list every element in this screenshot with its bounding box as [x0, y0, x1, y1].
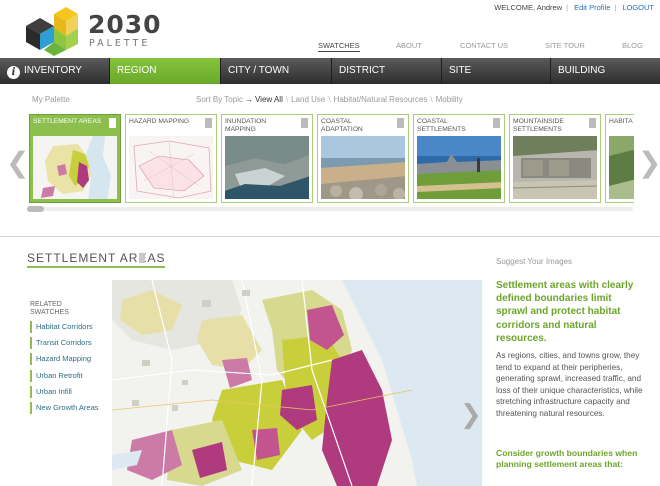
related-urban-retrofit[interactable]: Urban Retrofit	[30, 369, 99, 382]
topic-filter-bar: Sort By Topic → View All \ Land Use \ Habitat/…	[196, 95, 463, 104]
welcome-text: WELCOME, Andrew	[494, 3, 563, 12]
swatch-label: COASTAL SETTLEMENTS	[417, 118, 466, 133]
swatch-consider-text: Consider growth boundaries when planning…	[496, 448, 638, 470]
carousel-prev-icon[interactable]: ❮	[6, 146, 29, 179]
related-habitat-corridors[interactable]: Habitat Corridors	[30, 321, 99, 333]
carousel-scrollbar[interactable]	[27, 207, 633, 211]
info-icon: i	[7, 66, 20, 79]
swatch-inundation-mapping[interactable]: INUNDATION MAPPING	[221, 114, 313, 203]
swatch-label: MOUNTAINSIDE SETTLEMENTS	[513, 118, 564, 133]
nav-building[interactable]: BUILDING	[551, 58, 660, 84]
swatch-label: INUNDATION MAPPING	[225, 118, 267, 133]
related-new-growth-areas[interactable]: New Growth Areas	[30, 401, 99, 414]
user-bar: WELCOME, Andrew | Edit Profile | LOGOUT	[488, 3, 654, 12]
carousel-scroll-thumb[interactable]	[27, 206, 44, 212]
nav-district[interactable]: DISTRICT	[332, 58, 442, 84]
swatch-settlement-areas[interactable]: SETTLEMENT AREAS	[29, 114, 121, 203]
brand-name: PALETTE	[89, 38, 151, 49]
swatch-lead-text: Settlement areas with clearly defined bo…	[496, 280, 634, 344]
related-swatches-list: Habitat Corridors Transit Corridors Haza…	[30, 321, 99, 418]
swatch-body-text: As regions, cities, and towns grow, they…	[496, 351, 643, 418]
filter-view-all[interactable]: View All	[255, 95, 283, 104]
carousel-next-icon[interactable]: ❯	[638, 146, 660, 179]
swatch-thumbnail	[513, 136, 597, 199]
palette-logo-icon[interactable]	[24, 6, 82, 56]
bookmark-icon[interactable]	[589, 118, 596, 128]
swatch-label: HAZARD MAPPING	[129, 118, 190, 125]
topnav-contact-us[interactable]: CONTACT US	[460, 41, 508, 50]
filter-habitat[interactable]: Habitat/Natural Resources	[334, 95, 428, 104]
nav-label: REGION	[117, 65, 157, 76]
nav-region[interactable]: REGION	[110, 58, 221, 84]
divider: \	[328, 95, 331, 104]
topnav-swatches[interactable]: SWATCHES	[318, 41, 360, 52]
divider: |	[566, 3, 569, 12]
divider: \	[285, 95, 289, 104]
swatch-coastal-adaptation[interactable]: COASTAL ADAPTATION	[317, 114, 409, 203]
filter-land-use[interactable]: Land Use	[291, 95, 325, 104]
bookmark-icon[interactable]	[397, 118, 404, 128]
my-palette-link[interactable]: My Palette	[32, 95, 70, 104]
related-hazard-mapping[interactable]: Hazard Mapping	[30, 353, 99, 366]
swatch-mountainside-settlements[interactable]: MOUNTAINSIDE SETTLEMENTS	[509, 114, 601, 203]
nav-site[interactable]: SITE	[442, 58, 551, 84]
bookmark-icon[interactable]	[109, 118, 116, 128]
sort-by-label: Sort By Topic	[196, 95, 243, 104]
related-urban-infill[interactable]: Urban Infill	[30, 385, 99, 398]
swatch-thumbnail	[33, 136, 117, 199]
swatch-thumbnail	[417, 136, 501, 199]
nav-label: INVENTORY	[24, 65, 82, 76]
brand-year: 2030	[88, 10, 162, 39]
logout-link[interactable]: LOGOUT	[622, 3, 654, 12]
bookmark-icon[interactable]	[301, 118, 308, 128]
divider: |	[614, 3, 617, 12]
nav-inventory[interactable]: i INVENTORY	[0, 58, 110, 84]
swatch-label: HABITA	[609, 118, 633, 125]
nav-label: SITE	[449, 65, 472, 76]
edit-profile-link[interactable]: Edit Profile	[574, 3, 610, 12]
nav-city-town[interactable]: CITY / TOWN	[221, 58, 332, 84]
nav-label: BUILDING	[558, 65, 606, 76]
bookmark-icon[interactable]	[205, 118, 212, 128]
image-next-icon[interactable]: ❯	[460, 400, 482, 430]
related-swatches-heading: RELATED SWATCHES	[30, 301, 69, 316]
swatch-thumbnail	[321, 136, 405, 199]
nav-label: CITY / TOWN	[228, 65, 290, 76]
nav-label: DISTRICT	[339, 65, 386, 76]
topnav-site-tour[interactable]: SITE TOUR	[545, 41, 585, 50]
swatch-thumbnail	[129, 136, 213, 199]
scale-nav-bar: i INVENTORY REGION CITY / TOWN DISTRICT S…	[0, 58, 660, 84]
topnav-about[interactable]: ABOUT	[396, 41, 422, 50]
filter-mobility[interactable]: Mobility	[436, 95, 463, 104]
swatch-hazard-mapping[interactable]: HAZARD MAPPING	[125, 114, 217, 203]
swatch-thumbnail	[225, 136, 309, 199]
arrow-right-icon: →	[244, 95, 253, 104]
topnav-blog[interactable]: BLOG	[622, 41, 643, 50]
suggest-images-link[interactable]: Suggest Your Images	[496, 257, 572, 266]
related-transit-corridors[interactable]: Transit Corridors	[30, 337, 99, 350]
swatch-coastal-settlements[interactable]: COASTAL SETTLEMENTS	[413, 114, 505, 203]
settlement-map-image	[112, 280, 482, 486]
divider: \	[430, 95, 433, 104]
swatch-label: COASTAL ADAPTATION	[321, 118, 363, 133]
section-divider	[0, 236, 660, 237]
swatch-label: SETTLEMENT AREAS	[33, 118, 102, 125]
bookmark-icon[interactable]	[139, 253, 145, 263]
brand-wordmark[interactable]: 2030 PALETTE	[88, 10, 162, 50]
bookmark-icon[interactable]	[493, 118, 500, 128]
